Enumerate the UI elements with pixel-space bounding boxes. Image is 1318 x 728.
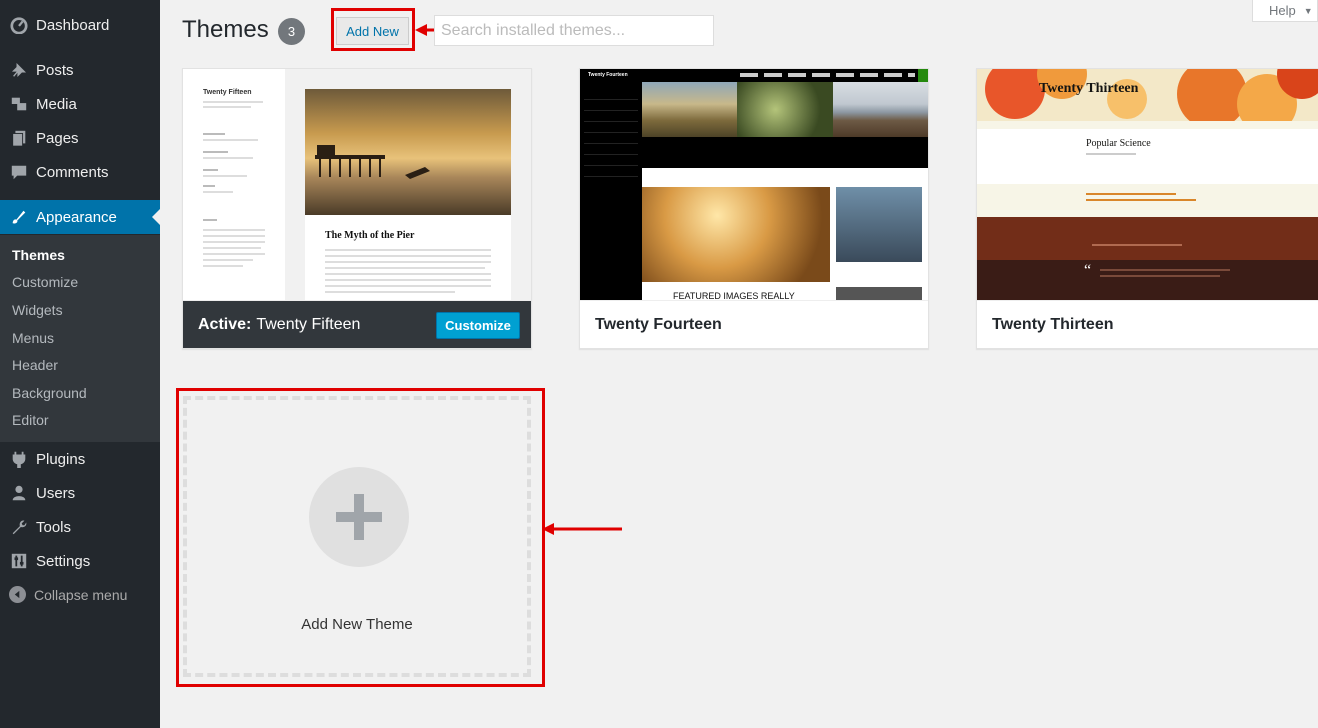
appearance-submenu: Themes Customize Widgets Menus Header Ba… xyxy=(0,235,160,442)
paintbrush-icon xyxy=(0,208,36,226)
featured-photo-girl xyxy=(642,187,830,282)
active-theme-bar: Active: Twenty Fifteen Customize xyxy=(183,300,531,348)
submenu-item-editor[interactable]: Editor xyxy=(12,412,49,428)
quote-icon: “ xyxy=(1084,262,1092,279)
customize-button[interactable]: Customize xyxy=(436,312,520,339)
sidebar-item-label: Tools xyxy=(36,518,72,536)
sidebar-item-label: Comments xyxy=(36,163,109,181)
search-icon xyxy=(918,69,928,82)
search-themes-input[interactable] xyxy=(434,15,714,46)
collapse-arrow-icon xyxy=(9,586,26,603)
sidebar-item-appearance[interactable]: Appearance xyxy=(0,200,160,234)
sidebar-item-settings[interactable]: Settings xyxy=(0,544,160,578)
preview-site-title: Twenty Fifteen xyxy=(203,89,252,96)
theme-screenshot[interactable]: Twenty Fifteen The Myth of the Pier xyxy=(183,69,531,300)
admin-sidebar: Dashboard Posts Media Pages Comments App… xyxy=(0,0,160,728)
theme-name-bar: Twenty Thirteen xyxy=(977,300,1318,348)
featured-photo-field xyxy=(642,82,737,137)
theme-name: Twenty Fifteen xyxy=(256,315,361,333)
sidebar-item-label: Posts xyxy=(36,61,74,79)
pier-photo xyxy=(305,89,511,215)
plug-icon xyxy=(0,450,36,468)
preview-post-title: The Myth of the Pier xyxy=(325,230,415,241)
submenu-item-background[interactable]: Background xyxy=(12,385,87,401)
collapse-menu-button[interactable]: Collapse menu xyxy=(9,586,127,603)
theme-count-badge: 3 xyxy=(278,18,305,45)
theme-card-twenty-fourteen[interactable]: Twenty Fourteen FEATURED IMAGES REALLY T… xyxy=(579,68,929,349)
sidebar-item-tools[interactable]: Tools xyxy=(0,510,160,544)
add-new-theme-card[interactable]: Add New Theme xyxy=(183,396,531,677)
sidebar-item-label: Dashboard xyxy=(36,16,110,34)
submenu-item-customize[interactable]: Customize xyxy=(12,274,78,290)
theme-name: Twenty Thirteen xyxy=(992,315,1114,333)
plus-icon xyxy=(309,467,409,567)
submenu-item-header[interactable]: Header xyxy=(12,357,58,373)
preview-post-title: Popular Science xyxy=(1086,138,1151,149)
collapse-menu-label: Collapse menu xyxy=(34,586,128,603)
add-new-button[interactable]: Add New xyxy=(336,17,409,45)
featured-photo-dock xyxy=(833,82,928,137)
theme-screenshot[interactable]: Twenty Fourteen FEATURED IMAGES REALLY xyxy=(580,69,928,300)
video-thumbnail xyxy=(836,187,922,262)
help-tab[interactable]: Help ▼ xyxy=(1252,0,1318,22)
sidebar-item-users[interactable]: Users xyxy=(0,476,160,510)
submenu-item-themes[interactable]: Themes xyxy=(12,247,65,263)
pushpin-icon xyxy=(0,61,36,79)
submenu-item-menus[interactable]: Menus xyxy=(12,330,54,346)
page-title: Themes xyxy=(182,16,269,43)
theme-card-twenty-fifteen[interactable]: Twenty Fifteen The Myth of the Pier Acti… xyxy=(182,68,532,349)
pages-icon xyxy=(0,129,36,147)
caret-down-icon: ▼ xyxy=(1303,5,1313,16)
submenu-item-widgets[interactable]: Widgets xyxy=(12,302,63,318)
settings-sliders-icon xyxy=(0,552,36,570)
sidebar-item-posts[interactable]: Posts xyxy=(0,53,160,87)
active-label: Active: xyxy=(198,315,252,333)
sidebar-item-dashboard[interactable]: Dashboard xyxy=(0,8,160,42)
preview-site-title: Twenty Fourteen xyxy=(588,72,628,78)
wrench-icon xyxy=(0,518,36,536)
sidebar-item-label: Users xyxy=(36,484,76,502)
sidebar-item-label: Settings xyxy=(36,552,91,570)
theme-name: Twenty Fourteen xyxy=(595,315,722,333)
annotation-arrow-icon xyxy=(542,523,622,535)
featured-photo-plant xyxy=(737,82,833,137)
sidebar-item-label: Media xyxy=(36,95,77,113)
sidebar-item-media[interactable]: Media xyxy=(0,87,160,121)
preview-site-title: Twenty Thirteen xyxy=(1039,81,1139,96)
help-label: Help xyxy=(1269,3,1296,18)
media-icon xyxy=(0,95,36,113)
theme-screenshot[interactable]: Twenty Thirteen Popular Science “ xyxy=(977,69,1318,300)
add-new-theme-label: Add New Theme xyxy=(301,616,413,633)
sidebar-item-plugins[interactable]: Plugins xyxy=(0,442,160,476)
sidebar-item-comments[interactable]: Comments xyxy=(0,155,160,189)
sidebar-item-pages[interactable]: Pages xyxy=(0,121,160,155)
theme-name-bar: Twenty Fourteen xyxy=(580,300,928,348)
sidebar-item-label: Appearance xyxy=(36,208,117,226)
sidebar-item-label: Plugins xyxy=(36,450,86,468)
comment-icon xyxy=(0,163,36,181)
sidebar-item-label: Pages xyxy=(36,129,79,147)
preview-caption: FEATURED IMAGES REALLY xyxy=(673,291,795,300)
theme-card-twenty-thirteen[interactable]: Twenty Thirteen Popular Science “ Twenty… xyxy=(976,68,1318,349)
user-icon xyxy=(0,484,36,502)
dashboard-icon xyxy=(0,16,36,34)
